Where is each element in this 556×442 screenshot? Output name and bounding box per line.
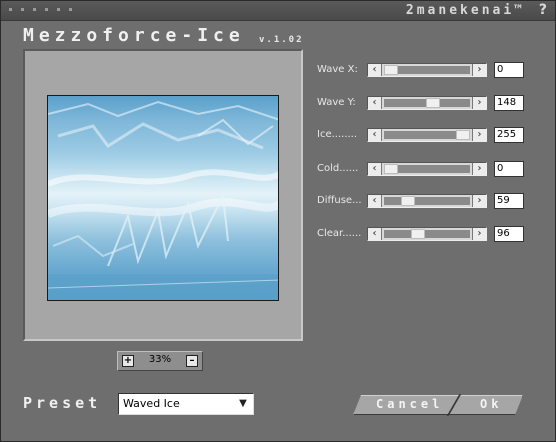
chevron-right-icon[interactable]: › [472,97,486,109]
ice-texture-image [48,100,278,300]
param-slider[interactable]: ‹ › [367,63,487,77]
version-label: v.1.02 [259,35,304,45]
grip-dot-icon [9,8,12,11]
zoom-out-button[interactable]: – [186,355,198,367]
brand-logo: 2manekenai™ [405,3,525,18]
param-slider[interactable]: ‹ › [367,227,487,241]
preset-selected-value: Waved Ice [123,397,180,410]
param-value-field[interactable]: 0 [494,62,524,78]
param-label: Diffuse... [317,195,362,206]
chevron-left-icon[interactable]: ‹ [368,163,382,175]
cancel-button[interactable]: Cancel [376,397,443,411]
grip-dot-icon [21,8,24,11]
preview-panel [23,49,303,341]
chevron-left-icon[interactable]: ‹ [368,228,382,240]
slider-thumb[interactable] [384,164,398,174]
dialog-buttons: Cancel Ok [353,395,523,415]
slider-thumb[interactable] [411,229,426,239]
grip-dot-icon [57,8,60,11]
slider-track[interactable] [384,197,470,205]
param-value-field[interactable]: 148 [494,95,524,111]
chevron-right-icon[interactable]: › [472,163,486,175]
zoom-control: + 33% – [117,351,203,371]
grip-dot-icon [33,8,36,11]
chevron-left-icon[interactable]: ‹ [368,195,382,207]
slider-thumb[interactable] [456,130,470,140]
preview-image[interactable] [47,95,279,301]
param-value-field[interactable]: 255 [494,127,524,143]
preset-label: Preset [23,394,102,412]
param-slider[interactable]: ‹ › [367,194,487,208]
chevron-right-icon[interactable]: › [472,64,486,76]
slider-thumb[interactable] [384,65,398,75]
grip-dot-icon [69,8,72,11]
zoom-in-button[interactable]: + [122,355,134,367]
param-label: Ice........ [317,129,358,140]
param-label: Cold...... [317,163,359,174]
chevron-right-icon[interactable]: › [472,195,486,207]
zoom-level: 33% [148,354,172,365]
slider-track[interactable] [384,230,470,238]
grip-dot-icon [45,8,48,11]
param-slider[interactable]: ‹ › [367,128,487,142]
param-label: Clear...... [317,228,362,239]
chevron-right-icon[interactable]: › [472,228,486,240]
param-value-field[interactable]: 96 [494,226,524,242]
param-label: Wave Y: [317,97,356,108]
chevron-left-icon[interactable]: ‹ [368,129,382,141]
chevron-right-icon[interactable]: › [472,129,486,141]
chevron-left-icon[interactable]: ‹ [368,64,382,76]
slider-thumb[interactable] [400,196,415,206]
chevron-down-icon[interactable]: ▼ [235,396,251,412]
app-title: Mezzoforce-Ice [23,25,245,46]
preset-dropdown[interactable]: Waved Ice ▼ [118,393,254,415]
param-value-field[interactable]: 59 [494,193,524,209]
ok-button[interactable]: Ok [480,397,502,411]
chevron-left-icon[interactable]: ‹ [368,97,382,109]
param-slider[interactable]: ‹ › [367,162,487,176]
title-bar[interactable]: 2manekenai™ ? [1,1,555,21]
param-slider[interactable]: ‹ › [367,96,487,110]
param-value-field[interactable]: 0 [494,161,524,177]
slider-thumb[interactable] [425,98,440,108]
param-label: Wave X: [317,64,358,75]
plugin-window: 2manekenai™ ? Mezzoforce-Ice v.1.02 + 33… [0,0,556,442]
help-button[interactable]: ? [539,2,547,18]
